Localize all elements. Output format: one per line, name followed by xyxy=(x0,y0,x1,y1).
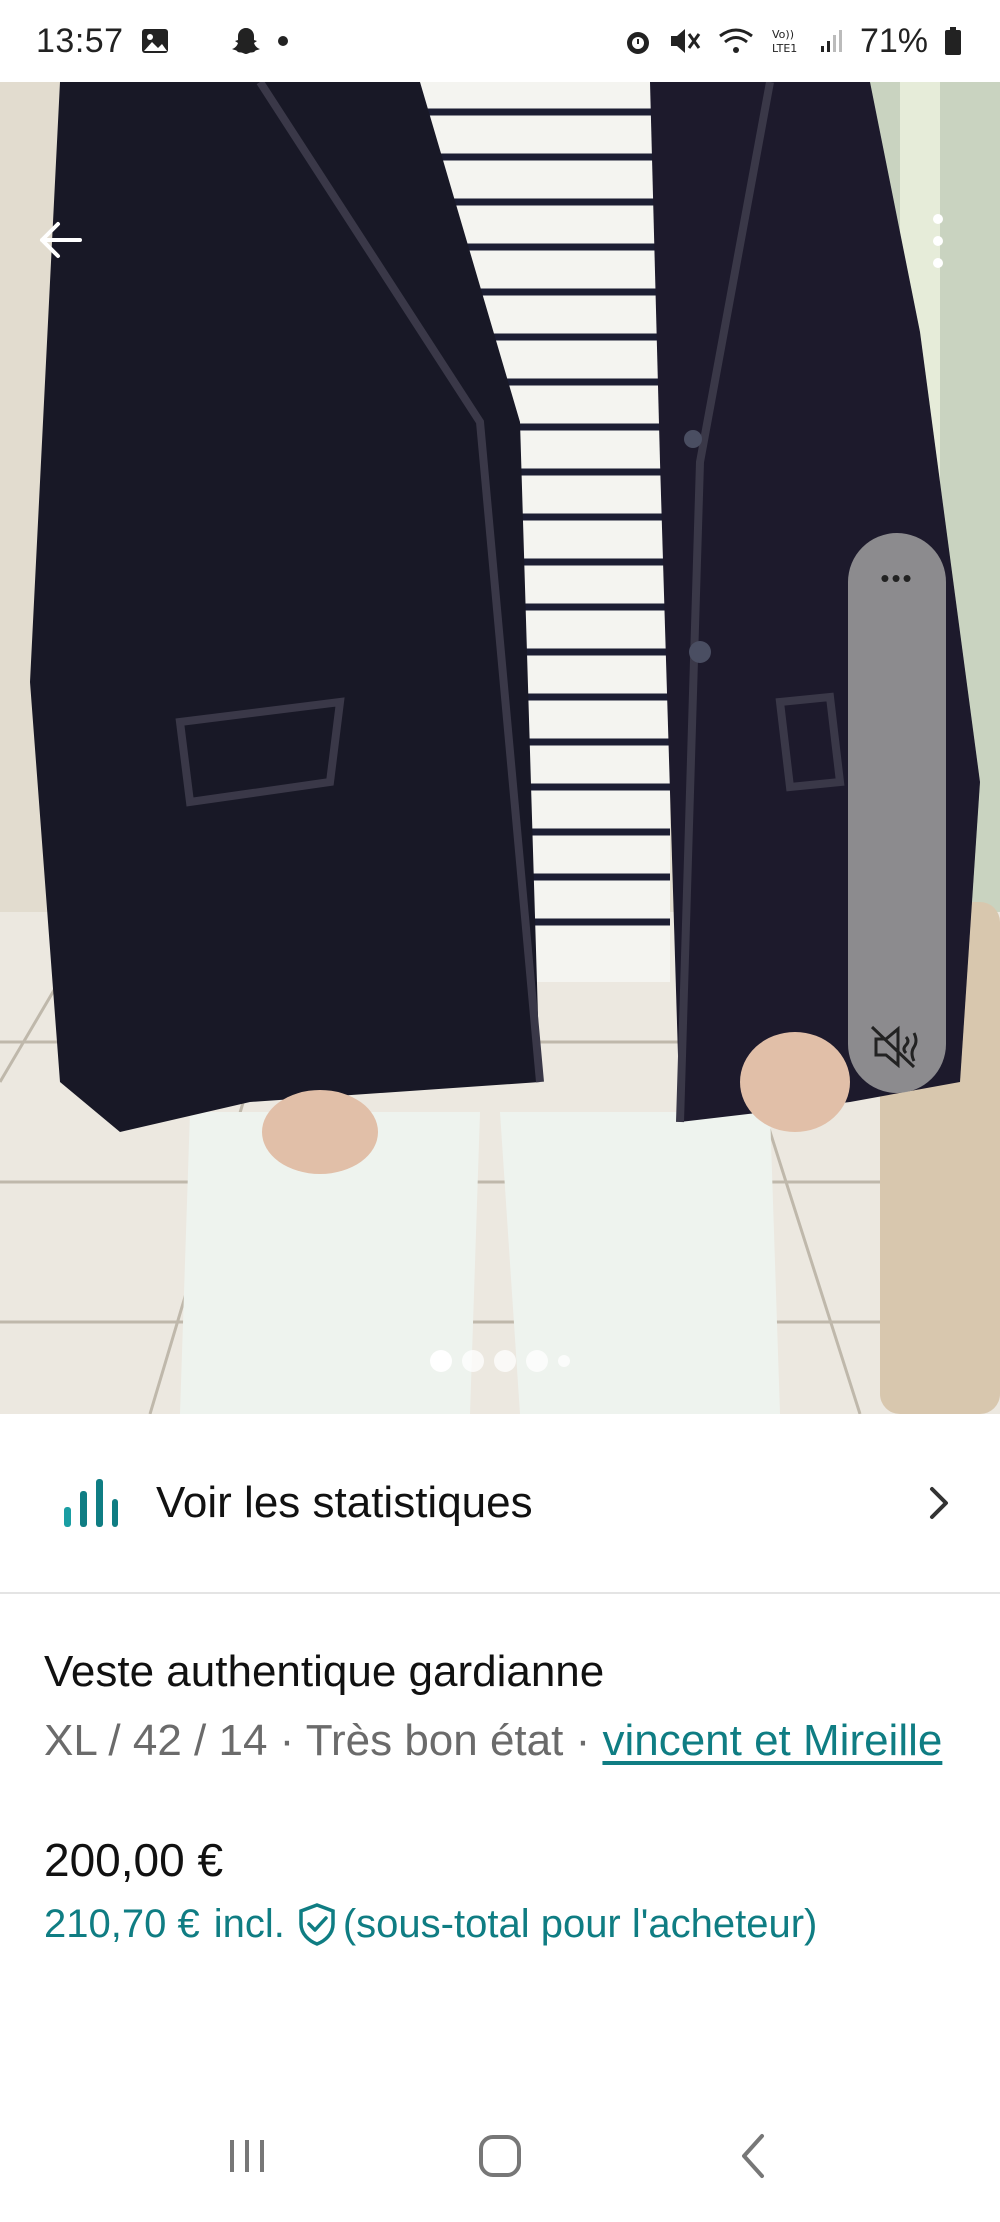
recent-apps-icon xyxy=(229,2140,264,2172)
more-vertical-icon xyxy=(933,214,943,268)
status-time: 13:57 xyxy=(36,21,124,60)
stats-label: Voir les statistiques xyxy=(156,1478,533,1527)
bar-chart-icon xyxy=(64,1479,118,1527)
svg-text:Vo)): Vo)) xyxy=(772,28,794,41)
battery-icon xyxy=(944,26,962,56)
back-arrow-icon xyxy=(40,222,82,258)
listing-details: Veste authentique gardianne XL / 42 / 14… xyxy=(44,1640,964,1952)
gallery-icon xyxy=(140,26,170,56)
back-icon xyxy=(742,2134,765,2178)
pager-dot xyxy=(494,1350,516,1372)
battery-percent: 71% xyxy=(859,21,928,60)
back-button[interactable] xyxy=(30,210,90,270)
buyer-note: (sous-total pour l'acheteur) xyxy=(342,1902,818,1946)
buyer-protection-shield-icon xyxy=(299,1903,335,1946)
pager-dot xyxy=(430,1350,452,1372)
photo-pager xyxy=(0,1350,1000,1372)
status-bar: 13:57 Vo)) LTE1 71% xyxy=(0,0,1000,82)
pager-dot xyxy=(462,1350,484,1372)
wifi-icon xyxy=(718,26,754,56)
status-bar-right: Vo)) LTE1 71% xyxy=(624,22,962,61)
buyer-total-line[interactable]: 210,70 € incl. (sous-total pour l'achete… xyxy=(44,1896,964,1952)
signal-icon xyxy=(820,28,844,54)
home-icon xyxy=(478,2135,521,2177)
snapchat-icon xyxy=(230,25,262,57)
volte-icon: Vo)) LTE1 xyxy=(770,26,804,56)
mute-icon xyxy=(668,26,702,56)
floating-side-panel[interactable]: ••• xyxy=(848,533,946,1093)
recent-apps-button[interactable] xyxy=(207,2116,287,2196)
listing-price: 200,00 € xyxy=(44,1834,224,1886)
buyer-incl: incl. xyxy=(213,1902,285,1946)
sound-off-icon[interactable] xyxy=(870,1023,924,1071)
side-panel-more-icon[interactable]: ••• xyxy=(848,563,946,594)
product-photo[interactable]: ••• xyxy=(0,82,1000,1414)
buyer-price: 210,70 € xyxy=(44,1902,200,1946)
status-bar-left: 13:57 xyxy=(36,22,288,61)
notification-dot xyxy=(277,36,288,46)
system-back-button[interactable] xyxy=(713,2116,793,2196)
pager-dot xyxy=(558,1355,570,1367)
system-nav-bar xyxy=(0,2090,1000,2222)
chevron-right-icon xyxy=(930,1487,948,1519)
home-button[interactable] xyxy=(460,2116,540,2196)
listing-meta: XL / 42 / 14 · Très bon état · vincent e… xyxy=(44,1708,964,1774)
more-options-button[interactable] xyxy=(918,206,958,276)
alarm-icon xyxy=(624,26,652,56)
stats-row[interactable]: Voir les statistiques xyxy=(0,1414,1000,1594)
brand-link[interactable]: vincent et Mireille xyxy=(602,1716,942,1765)
listing-size-condition: XL / 42 / 14 · Très bon état · xyxy=(44,1716,603,1765)
listing-title: Veste authentique gardianne xyxy=(44,1647,605,1696)
pager-dot xyxy=(526,1350,548,1372)
svg-text:LTE1: LTE1 xyxy=(772,42,797,55)
